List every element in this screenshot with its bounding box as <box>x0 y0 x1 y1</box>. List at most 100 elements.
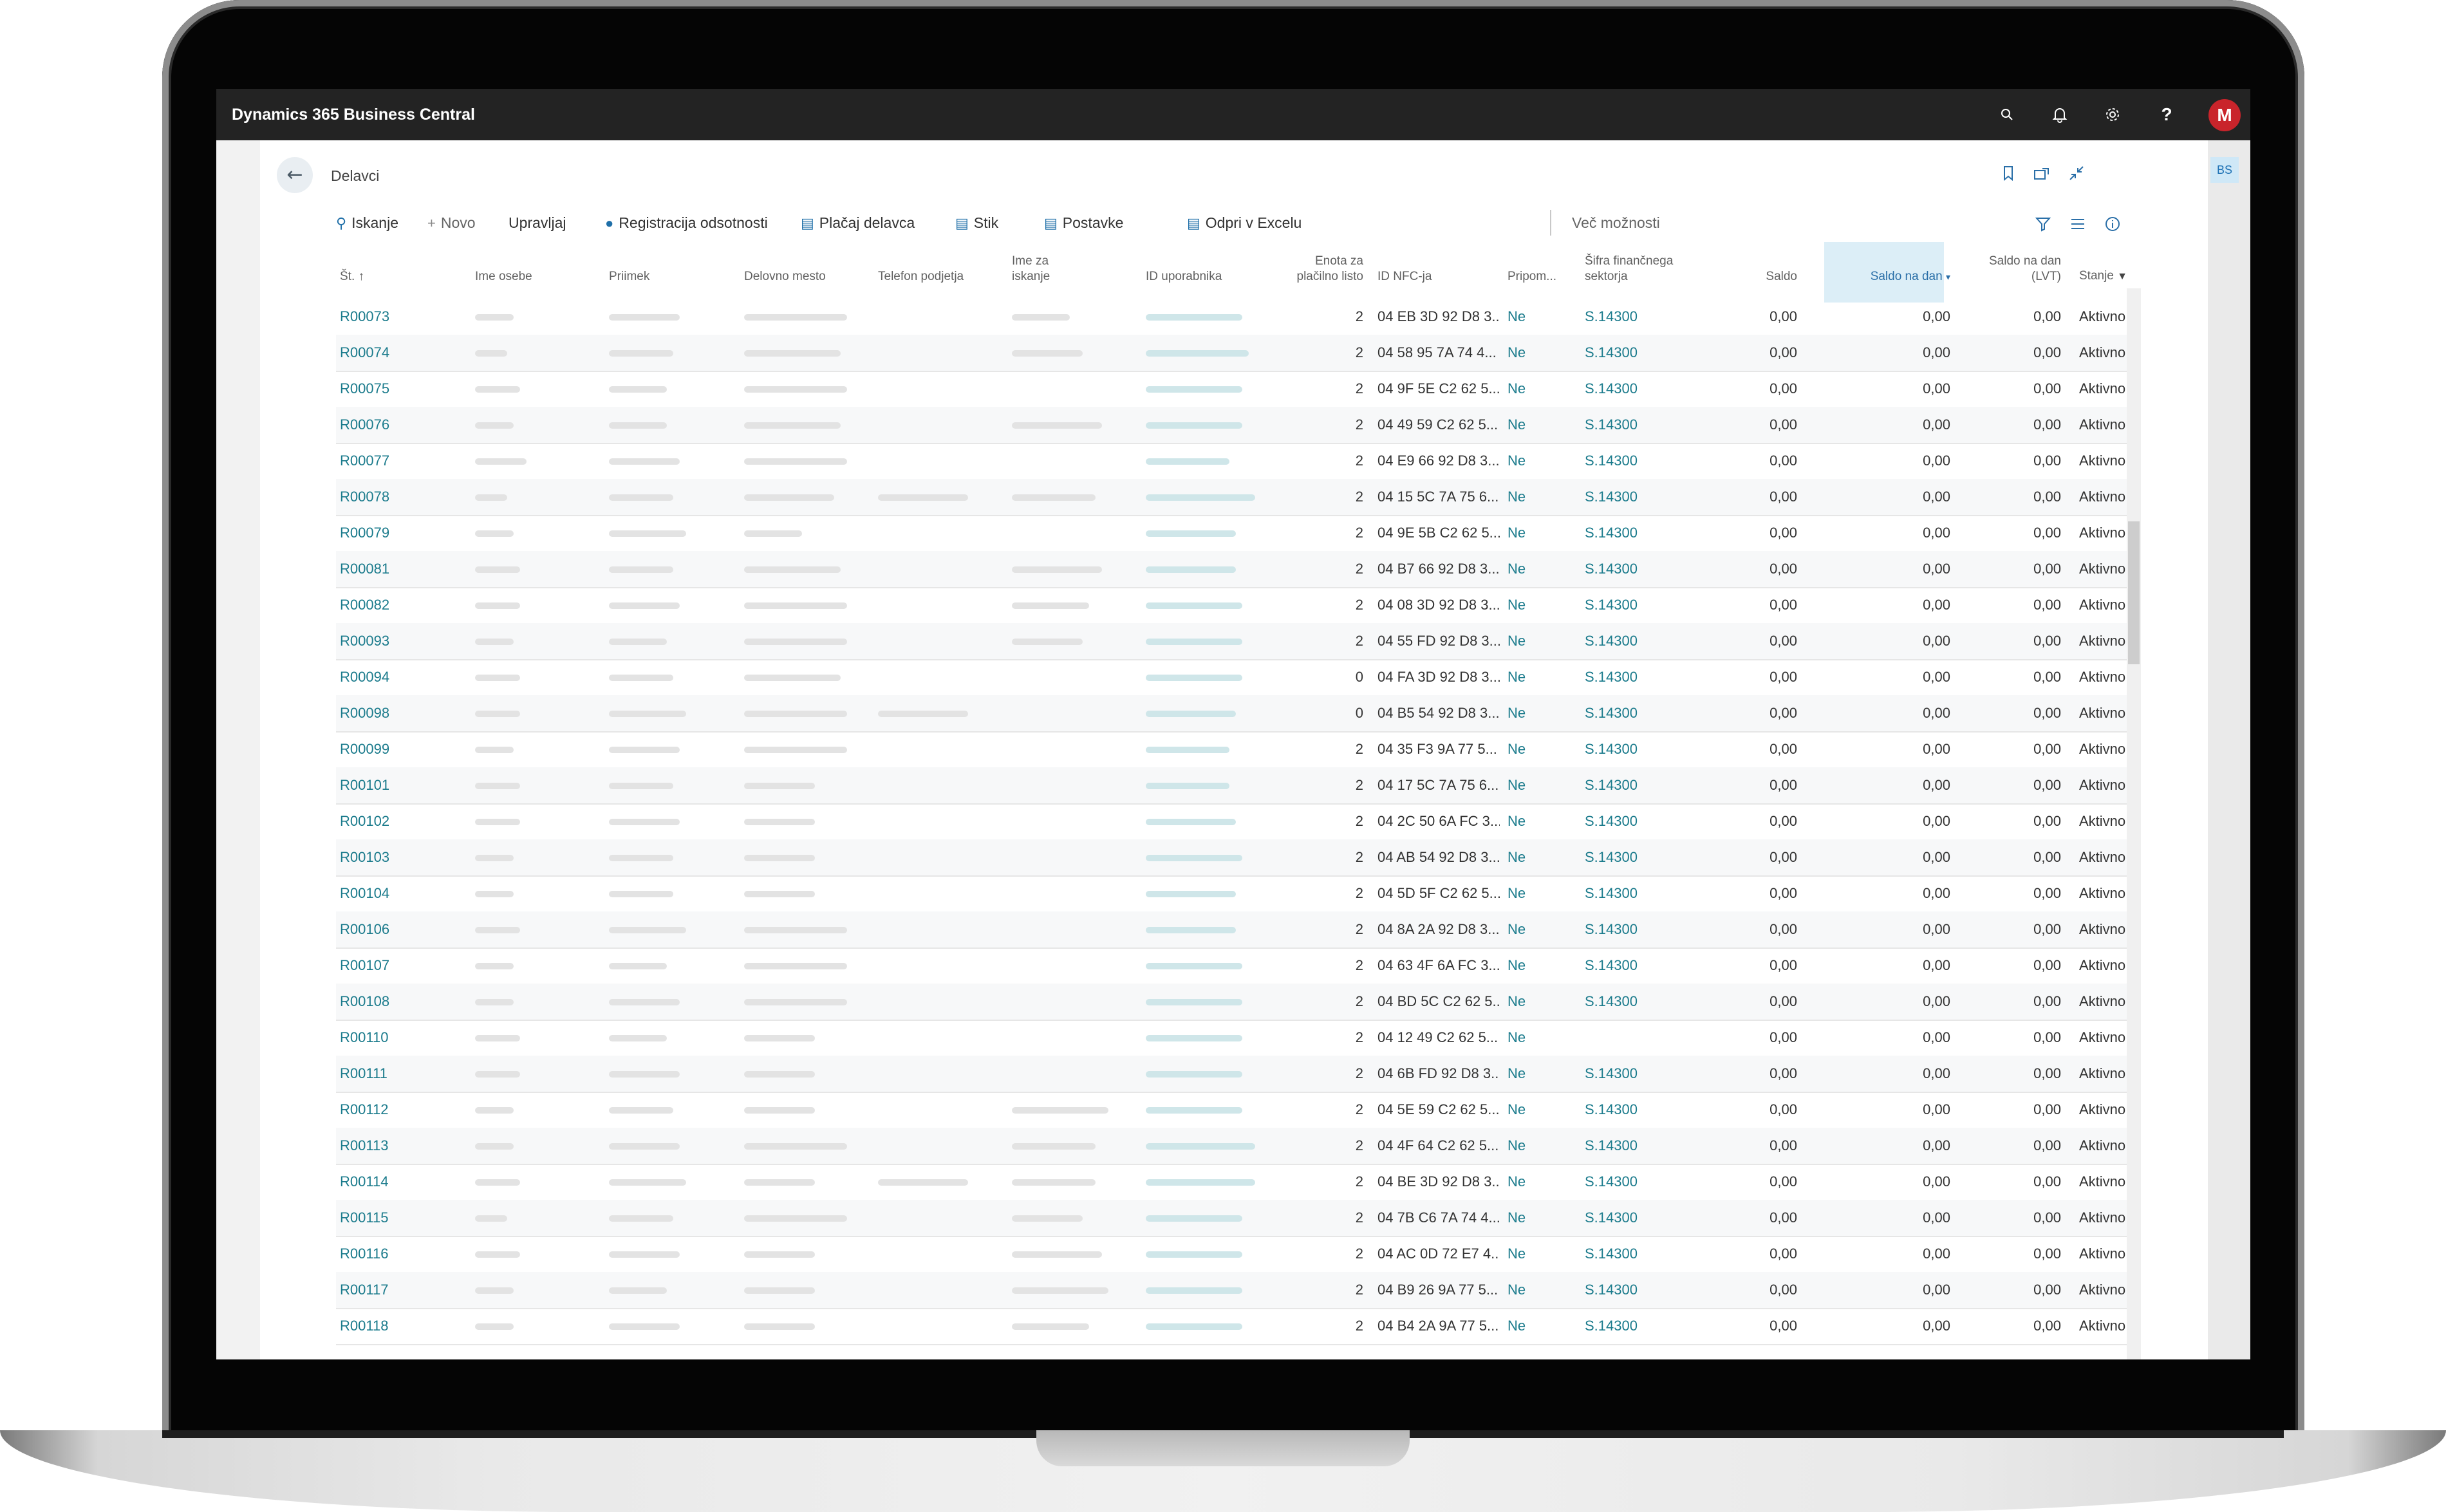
cell-sector-code[interactable]: S.14300 <box>1585 1092 1688 1128</box>
col-person-name[interactable]: Ime osebe <box>475 269 532 285</box>
cell-attachments[interactable]: Ne <box>1508 1128 1572 1164</box>
cell-sector-code[interactable]: S.14300 <box>1585 1164 1688 1200</box>
col-nfc-id[interactable]: ID NFC-ja <box>1377 269 1432 285</box>
cell-no[interactable]: R00082 <box>340 587 456 623</box>
table-row[interactable]: R00102 2 04 2C 50 6A FC 3... Ne S.14300 0,00 0… <box>336 803 2128 841</box>
new-button[interactable]: + Novo <box>427 205 476 241</box>
cell-sector-code[interactable]: S.14300 <box>1585 695 1688 731</box>
col-balance[interactable]: Saldo <box>1713 269 1797 285</box>
cell-attachments[interactable]: Ne <box>1508 659 1572 695</box>
cell-sector-code[interactable]: S.14300 <box>1585 659 1688 695</box>
cell-sector-code[interactable]: S.14300 <box>1585 371 1688 407</box>
cell-sector-code[interactable]: S.14300 <box>1585 407 1688 443</box>
help-icon[interactable]: ? <box>2152 100 2181 129</box>
table-row[interactable]: R00117 2 04 B9 26 9A 77 5... Ne S.14300 0,00 0… <box>336 1272 2128 1309</box>
open-in-excel-button[interactable]: ▤ Odpri v Excelu <box>1187 205 1302 241</box>
cell-no[interactable]: R00099 <box>340 731 456 767</box>
cell-attachments[interactable]: Ne <box>1508 623 1572 659</box>
table-row[interactable]: R00094 0 04 FA 3D 92 D8 3... Ne S.14300 0,00 0… <box>336 659 2128 696</box>
cell-attachments[interactable]: Ne <box>1508 984 1572 1020</box>
cell-no[interactable]: R00115 <box>340 1200 456 1236</box>
table-row[interactable]: R00106 2 04 8A 2A 92 D8 3... Ne S.14300 0,00 0… <box>336 911 2128 949</box>
cell-no[interactable]: R00110 <box>340 1020 456 1056</box>
table-row[interactable]: R00112 2 04 5E 59 C2 62 5... Ne S.14300 0,00 0… <box>336 1092 2128 1129</box>
scrollbar-thumb[interactable] <box>2128 521 2140 664</box>
cell-no[interactable]: R00113 <box>340 1128 456 1164</box>
cell-sector-code[interactable]: S.14300 <box>1585 1128 1688 1164</box>
col-phone[interactable]: Telefon podjetja <box>878 269 964 285</box>
table-row[interactable]: R00111 2 04 6B FD 92 D8 3... Ne S.14300 0,00 0… <box>336 1056 2128 1093</box>
cell-no[interactable]: R00106 <box>340 911 456 947</box>
cell-no[interactable]: R00079 <box>340 515 456 551</box>
cell-sector-code[interactable]: S.14300 <box>1585 299 1688 335</box>
cell-attachments[interactable]: Ne <box>1508 587 1572 623</box>
cell-sector-code[interactable]: S.14300 <box>1585 1200 1688 1236</box>
cell-sector-code[interactable]: S.14300 <box>1585 1056 1688 1092</box>
gear-icon[interactable] <box>2098 100 2127 129</box>
cell-sector-code[interactable] <box>1585 1020 1688 1056</box>
share-icon[interactable] <box>2028 160 2056 192</box>
cell-attachments[interactable]: Ne <box>1508 551 1572 587</box>
cell-no[interactable]: R00111 <box>340 1056 456 1092</box>
table-row[interactable]: R00115 2 04 7B C6 7A 74 4... Ne S.14300 0,00 0… <box>336 1200 2128 1237</box>
table-row[interactable]: R00101 2 04 17 5C 7A 75 6... Ne S.14300 0,00 0… <box>336 767 2128 805</box>
settings-button[interactable]: ▤ Postavke <box>1044 205 1123 241</box>
table-row[interactable]: R00093 2 04 55 FD 92 D8 3... Ne S.14300 0,00 0… <box>336 623 2128 660</box>
cell-no[interactable]: R00077 <box>340 443 456 479</box>
cell-attachments[interactable]: Ne <box>1508 911 1572 947</box>
list-view-icon[interactable] <box>2070 205 2086 241</box>
cell-sector-code[interactable]: S.14300 <box>1585 1236 1688 1272</box>
cell-no[interactable]: R00117 <box>340 1272 456 1308</box>
col-no[interactable]: Št. ↑ <box>340 269 364 285</box>
table-row[interactable]: R00079 2 04 9E 5B C2 62 5... Ne S.14300 0,00 0… <box>336 515 2128 552</box>
table-row[interactable]: R00113 2 04 4F 64 C2 62 5... Ne S.14300 0,00 0… <box>336 1128 2128 1165</box>
cell-no[interactable]: R00107 <box>340 947 456 984</box>
more-options-button[interactable]: Več možnosti <box>1572 205 1660 241</box>
cell-no[interactable]: R00118 <box>340 1308 456 1344</box>
cell-attachments[interactable]: Ne <box>1508 1092 1572 1128</box>
cell-no[interactable]: R00081 <box>340 551 456 587</box>
table-row[interactable]: R00074 2 04 58 95 7A 74 4... Ne S.14300 0,00 0… <box>336 335 2128 372</box>
cell-no[interactable]: R00094 <box>340 659 456 695</box>
cell-no[interactable]: R00104 <box>340 875 456 911</box>
cell-attachments[interactable]: Ne <box>1508 803 1572 839</box>
table-row[interactable]: R00104 2 04 5D 5F C2 62 5... Ne S.14300 0,00 0… <box>336 875 2128 913</box>
cell-no[interactable]: R00078 <box>340 479 456 515</box>
user-avatar[interactable]: M <box>2208 99 2241 131</box>
cell-sector-code[interactable]: S.14300 <box>1585 443 1688 479</box>
cell-sector-code[interactable]: S.14300 <box>1585 731 1688 767</box>
col-balance-lvt[interactable]: Saldo na dan (LVT) <box>1932 254 2061 285</box>
cell-attachments[interactable]: Ne <box>1508 443 1572 479</box>
cell-sector-code[interactable]: S.14300 <box>1585 623 1688 659</box>
cell-sector-code[interactable]: S.14300 <box>1585 767 1688 803</box>
col-search-name[interactable]: Ime za iskanje <box>1012 254 1050 285</box>
cell-attachments[interactable]: Ne <box>1508 515 1572 551</box>
back-arrow-icon[interactable]: ← <box>277 157 313 193</box>
search-button[interactable]: ⚲ Iskanje <box>336 205 398 241</box>
table-row[interactable]: R00099 2 04 35 F3 9A 77 5... Ne S.14300 0,00 0… <box>336 731 2128 769</box>
cell-sector-code[interactable]: S.14300 <box>1585 515 1688 551</box>
cell-sector-code[interactable]: S.14300 <box>1585 479 1688 515</box>
col-job[interactable]: Delovno mesto <box>744 269 826 285</box>
col-sector-code[interactable]: Šifra finančnega sektorja <box>1585 254 1673 285</box>
table-row[interactable]: R00116 2 04 AC 0D 72 E7 4... Ne S.14300 0,00 0… <box>336 1236 2128 1273</box>
cell-sector-code[interactable]: S.14300 <box>1585 911 1688 947</box>
table-row[interactable]: R00081 2 04 B7 66 92 D8 3... Ne S.14300 0,00 0… <box>336 551 2128 588</box>
cell-no[interactable]: R00116 <box>340 1236 456 1272</box>
cell-attachments[interactable]: Ne <box>1508 767 1572 803</box>
cell-attachments[interactable]: Ne <box>1508 335 1572 371</box>
pay-worker-button[interactable]: ▤ Plačaj delavca <box>801 205 915 241</box>
cell-sector-code[interactable]: S.14300 <box>1585 551 1688 587</box>
cell-no[interactable]: R00112 <box>340 1092 456 1128</box>
table-row[interactable]: R00076 2 04 49 59 C2 62 5... Ne S.14300 0,00 0… <box>336 407 2128 444</box>
col-payroll-unit[interactable]: Enota za plačilno listo <box>1267 254 1364 285</box>
table-row[interactable]: R00110 2 04 12 49 C2 62 5... Ne 0,00 0,00 0,00… <box>336 1020 2128 1057</box>
search-icon[interactable] <box>1993 100 2021 129</box>
collapse-icon[interactable] <box>2062 160 2091 192</box>
cell-attachments[interactable]: Ne <box>1508 299 1572 335</box>
cell-attachments[interactable]: Ne <box>1508 839 1572 875</box>
cell-attachments[interactable]: Ne <box>1508 1020 1572 1056</box>
cell-attachments[interactable]: Ne <box>1508 1272 1572 1308</box>
cell-attachments[interactable]: Ne <box>1508 947 1572 984</box>
cell-no[interactable]: R00108 <box>340 984 456 1020</box>
